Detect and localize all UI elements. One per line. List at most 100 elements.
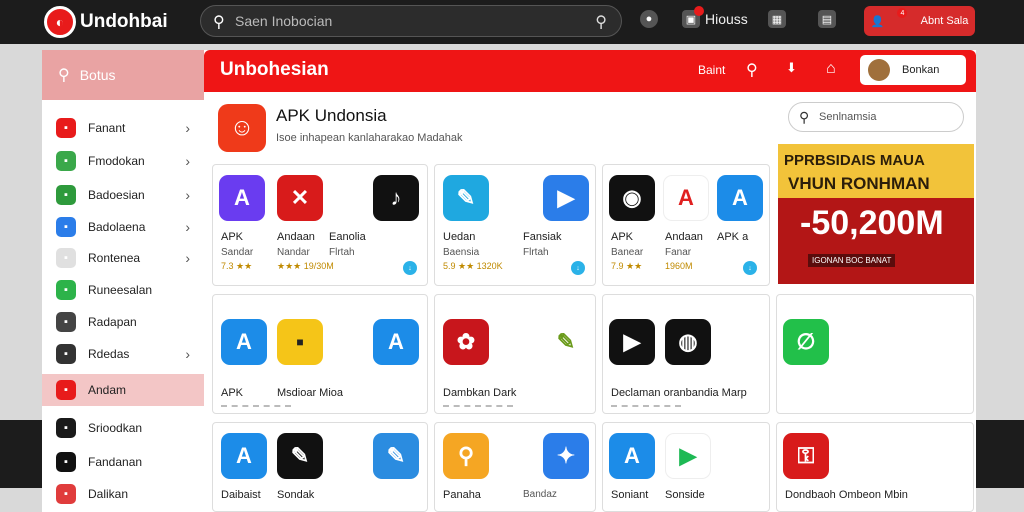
sidebar-item[interactable]: ▪ Dalikan	[42, 478, 204, 510]
search-icon[interactable]: ⚲	[746, 60, 758, 80]
sidebar-item[interactable]: ▪ Runeesalan	[42, 274, 204, 306]
header-link[interactable]: Baint	[698, 63, 725, 77]
download-icon[interactable]: ⬇	[786, 60, 797, 76]
banner-amount: -50,200M	[800, 204, 944, 242]
app-name: Andaan	[665, 231, 703, 243]
app-icon: ✎	[373, 433, 419, 479]
search-submit-icon[interactable]: ⚲	[595, 12, 607, 32]
play-store-icon: ▶	[665, 433, 711, 479]
app-name: Panaha	[443, 489, 481, 501]
app-store-icon: A	[609, 433, 655, 479]
app-card[interactable]: A ▶ Soniant Sonside	[602, 422, 770, 512]
user-button[interactable]: Bonkan	[860, 55, 966, 85]
logo-text: Undohbai	[80, 11, 168, 32]
sidebar-item[interactable]: ▪ Fanant ›	[42, 112, 204, 144]
a-icon: ▪	[56, 217, 76, 237]
tiktok-icon: ▪	[56, 452, 76, 472]
app-name: APK	[221, 387, 244, 399]
sidebar-item[interactable]: ▪ Badolaena ›	[42, 211, 204, 243]
download-chip-icon[interactable]: ↓	[571, 261, 585, 275]
app-name: Daibaist	[221, 489, 261, 501]
tool-icon: ▪	[56, 280, 76, 300]
app-icon: ■	[277, 319, 323, 365]
app-card[interactable]: ∅	[776, 294, 974, 414]
app-icon: ⚿	[783, 433, 829, 479]
right-search-placeholder[interactable]: Senlnamsia	[819, 111, 876, 123]
sidebar-item[interactable]: ▪ Radapan	[42, 306, 204, 338]
app-card[interactable]: ⚲ ✦ Panaha Bandaz	[434, 422, 596, 512]
location-icon[interactable]: ●	[640, 10, 658, 28]
featured-subtitle: Isoe inhapean kanlaharakao Madahak	[276, 132, 463, 144]
download-chip-icon[interactable]: ↓	[403, 261, 417, 275]
app-icon: ✎	[277, 433, 323, 479]
search-placeholder[interactable]: Saen Inobocian	[235, 13, 332, 29]
app-name: Dondbaoh Ombeon Mbin	[785, 489, 908, 501]
app-rating: ★★★ 19/30M	[277, 261, 334, 271]
search-icon: ⚲	[58, 67, 70, 84]
search-bar[interactable]: ⚲ Saen Inobocian ⚲	[200, 5, 622, 37]
app-card[interactable]: ✿ ✎ Dambkan Dark	[434, 294, 596, 414]
app-name: Fansiak	[523, 231, 562, 243]
app-card[interactable]: A ✕ ♪ APK Sandar 7.3 ★★ Andaan Nandar ★★…	[212, 164, 428, 286]
sidebar-item[interactable]: ▪ Srioodkan	[42, 412, 204, 444]
top-bar: ◐ Undohbai ⚲ Saen Inobocian ⚲ ● ▣ Hiouss …	[0, 0, 1024, 44]
app-name: Soniant	[611, 489, 649, 501]
placeholder-line	[611, 405, 681, 407]
app-card[interactable]: A ✎ ✎ Daibaist Sondak	[212, 422, 428, 512]
featured-app[interactable]: ☺ APK Undonsia Isoe inhapean kanlaharaka…	[214, 100, 774, 158]
app-rating: 1960M	[665, 261, 693, 271]
home-icon[interactable]: ⌂	[826, 60, 836, 78]
sidebar: ⚲ Botus ▪ Fanant › ▪ Fmodokan › ▪ Badoesian › ▪ Ba…	[42, 50, 204, 512]
app-sub: Flrtah	[329, 247, 355, 258]
app-card[interactable]: A ■ A APK Msdioar Mioa	[212, 294, 428, 414]
sidebar-item-label: Srioodkan	[88, 421, 143, 435]
sidebar-item-label: Badolaena	[88, 220, 146, 234]
sidebar-search[interactable]: ⚲ Botus	[42, 50, 204, 100]
user-icon: 👤	[870, 15, 885, 28]
grid-icon: ▪	[56, 312, 76, 332]
site-logo[interactable]: ◐ Undohbai	[44, 6, 168, 38]
sidebar-item[interactable]: ▪ Badoesian ›	[42, 179, 204, 211]
logo-icon: ◐	[44, 6, 76, 38]
app-card[interactable]: ▶ ◍ Declaman oranbandia Marp	[602, 294, 770, 414]
right-panel: ⚲ Senlnamsia PPRBSIDAIS MAUA VHUN RONHMA…	[778, 94, 976, 290]
sidebar-item-label: Fandanan	[88, 455, 143, 469]
apps-icon[interactable]: ▤	[818, 10, 836, 28]
placeholder-line	[443, 405, 513, 407]
sidebar-item[interactable]: ▪ Fandanan	[42, 446, 204, 478]
chevron-right-icon: ›	[185, 250, 190, 266]
featured-app-icon: ☺	[218, 104, 266, 152]
app-sub: Sandar	[221, 247, 254, 258]
page-title: Unbohesian	[220, 59, 329, 80]
app-card[interactable]: ✎ ▶ Uedan Baensia 5.9 ★★ 1320K Fansiak F…	[434, 164, 596, 286]
chevron-right-icon: ›	[185, 219, 190, 235]
app-rating: 7.9 ★★	[611, 261, 643, 271]
app-icon: ◍	[665, 319, 711, 365]
notifications-button[interactable]: ▣ Hiouss	[682, 6, 748, 28]
app-card[interactable]: ◉ A A APK Banear 7.9 ★★ Andaan Fanar 196…	[602, 164, 770, 286]
grid-menu-icon[interactable]: ▦	[768, 10, 786, 28]
right-search[interactable]: ⚲ Senlnamsia	[788, 102, 964, 132]
avatar	[868, 59, 890, 81]
circle-icon: ▪	[56, 344, 76, 364]
featured-title: APK Undonsia	[276, 106, 387, 125]
sidebar-item[interactable]: ▪ Fmodokan ›	[42, 145, 204, 177]
app-card[interactable]: ⚿ Dondbaoh Ombeon Mbin	[776, 422, 974, 512]
promo-banner[interactable]: PPRBSIDAIS MAUA VHUN RONHMAN -50,200M IG…	[778, 144, 974, 284]
sidebar-item[interactable]: ▪ Rontenea ›	[42, 242, 204, 274]
sidebar-item[interactable]: ▪ Rdedas ›	[42, 338, 204, 370]
play-store-icon: ▶	[543, 175, 589, 221]
banner-line1: PPRBSIDAIS MAUA	[784, 152, 925, 169]
chevron-right-icon: ›	[185, 153, 190, 169]
app-sub: Fanar	[665, 247, 692, 258]
sidebar-item[interactable]: ▪ Andam	[42, 374, 204, 406]
sidebar-item-label: Runeesalan	[88, 283, 153, 297]
app-icon: ⚲	[443, 433, 489, 479]
download-chip-icon[interactable]: ↓	[743, 261, 757, 275]
app-rating: 5.9 ★★ 1320K	[443, 261, 503, 271]
user-label: Bonkan	[902, 64, 940, 76]
placeholder-line	[221, 405, 291, 407]
app-name: Sondak	[277, 489, 315, 501]
login-button[interactable]: 👤 4 Abnt Sala	[864, 6, 975, 36]
app-sub: Nandar	[277, 247, 310, 258]
